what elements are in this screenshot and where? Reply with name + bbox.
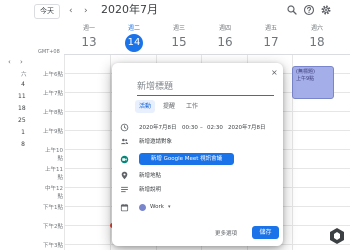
event-title-input[interactable]	[137, 79, 274, 96]
day-of-week: 週四	[218, 25, 231, 32]
today-date-circle[interactable]: 14	[125, 34, 143, 52]
add-guests-field[interactable]: 新增邀請對象	[139, 138, 172, 146]
header-divider	[64, 54, 350, 55]
calendar-color-dot	[139, 204, 146, 211]
time-range-dash: –	[200, 125, 203, 131]
close-icon[interactable]: ×	[271, 69, 278, 77]
day-of-week: 週三	[172, 25, 185, 32]
tab-reminder[interactable]: 提醒	[159, 100, 179, 113]
add-location-field[interactable]: 新增地點	[139, 172, 161, 180]
timezone-label: GMT+08	[38, 49, 60, 55]
day-number[interactable]: 17	[248, 35, 294, 49]
day-number[interactable]: 16	[202, 35, 248, 49]
event-title: (無標題)	[296, 69, 315, 75]
add-description-field[interactable]: 新增說明	[139, 186, 161, 194]
day-column-divider	[64, 55, 65, 250]
time-label: 下午2點	[43, 224, 63, 230]
day-number[interactable]: 13	[66, 35, 112, 49]
description-lines-icon	[121, 186, 128, 193]
mini-prev-chevron-icon[interactable]: ‹	[8, 58, 11, 66]
day-number[interactable]: 18	[294, 35, 340, 49]
add-google-meet-button[interactable]: 新增 Google Meet 視訊會議	[139, 153, 234, 165]
mini-day[interactable]: 8	[20, 141, 26, 149]
time-label: 下午1點	[43, 205, 63, 211]
start-date[interactable]: 2020年7月8日	[139, 124, 177, 132]
start-time[interactable]: 00:30	[182, 124, 198, 132]
more-options-button[interactable]: 更多選項	[215, 228, 237, 240]
event-time: 上午9點	[296, 76, 315, 82]
calendar-toolbar: 今天 ‹ › 2020年7月	[0, 0, 350, 26]
time-label: 上午11點	[45, 167, 63, 181]
time-label: 中午12點	[45, 186, 63, 200]
time-label: 上午7點	[43, 91, 63, 97]
calendar-name[interactable]: Work	[150, 203, 164, 211]
search-icon[interactable]	[286, 4, 298, 16]
chevron-down-icon[interactable]: ▾	[168, 203, 171, 211]
save-button[interactable]: 儲存	[252, 226, 279, 239]
mini-day[interactable]: 4	[20, 81, 26, 89]
calendar-icon	[120, 203, 129, 212]
time-label: 下午3點	[43, 243, 63, 249]
mini-day[interactable]: 18	[18, 105, 26, 113]
tab-task[interactable]: 工作	[182, 100, 202, 113]
day-number[interactable]: 15	[156, 35, 202, 49]
day-header-wed[interactable]: 週三 15	[156, 25, 202, 49]
mini-day[interactable]: 1	[20, 129, 26, 137]
event-create-dialog: × 活動 提醒 工作 2020年7月8日 00:30 – 02:30 2020年…	[112, 63, 283, 246]
next-week-chevron-icon[interactable]: ›	[84, 6, 88, 16]
month-title: 2020年7月	[101, 3, 158, 16]
end-date[interactable]: 2020年7月8日	[228, 124, 266, 132]
day-header-mon[interactable]: 週一 13	[66, 25, 112, 49]
day-header-tue-today[interactable]: 週二 14	[111, 25, 157, 52]
watermark-logo-icon	[330, 228, 344, 244]
clock-icon	[120, 123, 129, 132]
mini-day[interactable]: 11	[18, 93, 26, 101]
day-header-thu[interactable]: 週四 16	[202, 25, 248, 49]
draft-event-block[interactable]: (無標題) 上午9點	[292, 66, 334, 99]
mini-day[interactable]: 25	[18, 117, 26, 125]
day-header-fri[interactable]: 週五 17	[248, 25, 294, 49]
end-time[interactable]: 02:30	[207, 124, 223, 132]
google-meet-icon	[120, 155, 129, 164]
time-label: 上午9點	[43, 129, 63, 135]
mini-dow-label: 六	[21, 72, 27, 78]
gear-icon[interactable]	[320, 4, 332, 16]
day-header-sat[interactable]: 週六 18	[294, 25, 340, 49]
help-icon[interactable]	[303, 4, 315, 16]
tab-event[interactable]: 活動	[135, 100, 155, 113]
today-button[interactable]: 今天	[34, 4, 60, 19]
day-column-divider	[110, 55, 111, 250]
time-label: 上午6點	[43, 72, 63, 78]
mini-next-chevron-icon[interactable]: ›	[20, 58, 23, 66]
day-of-week: 週一	[82, 25, 95, 32]
day-of-week: 週五	[264, 25, 277, 32]
time-label: 上午8點	[43, 110, 63, 116]
people-icon	[120, 138, 129, 145]
previous-week-chevron-icon[interactable]: ‹	[69, 6, 73, 16]
time-label: 上午10點	[45, 148, 63, 162]
location-pin-icon	[121, 171, 128, 180]
day-of-week: 週六	[310, 25, 323, 32]
day-of-week: 週二	[127, 25, 140, 32]
